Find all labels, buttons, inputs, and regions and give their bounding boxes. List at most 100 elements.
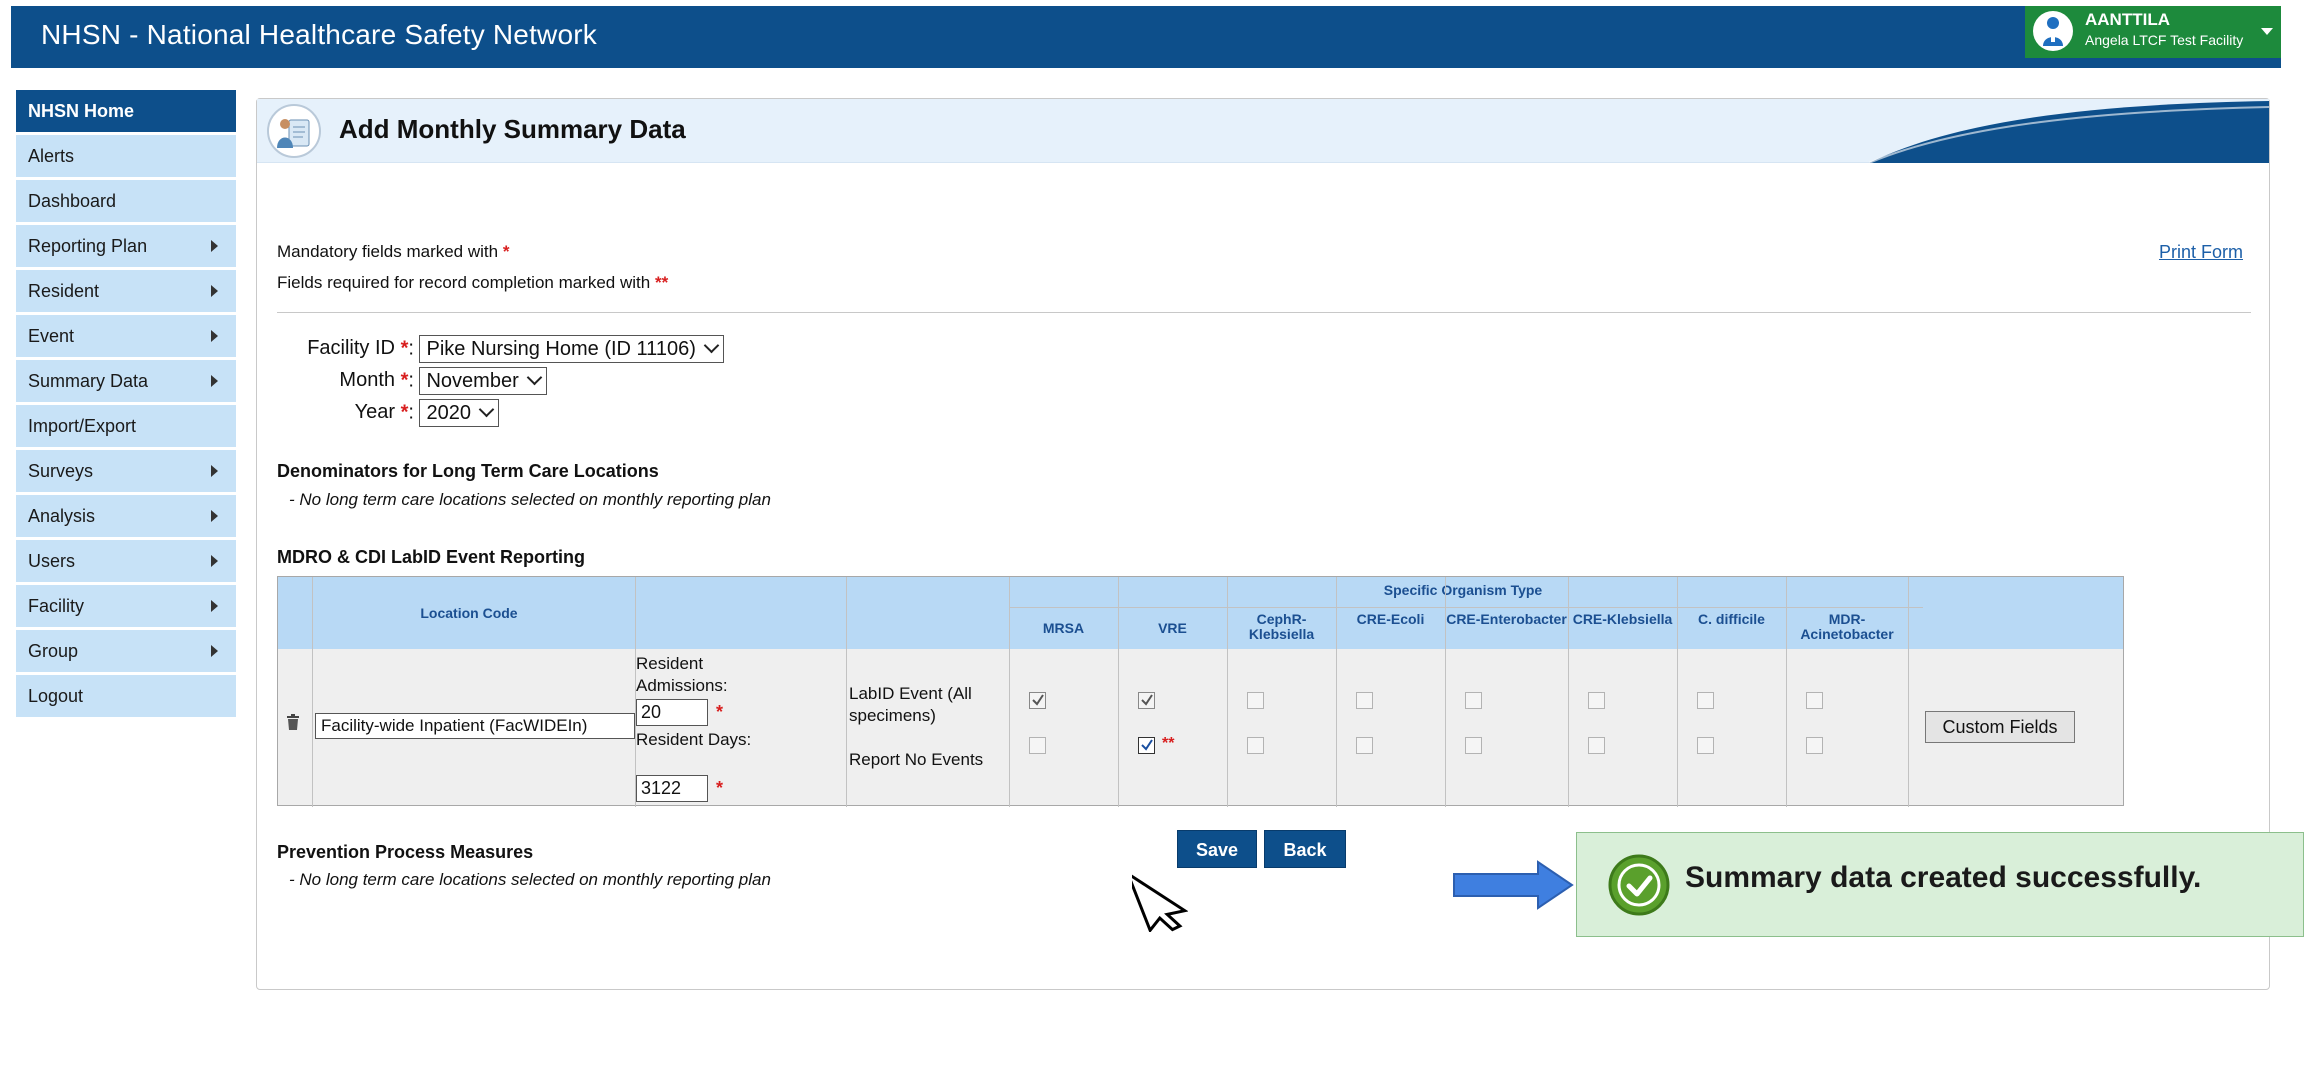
location-select[interactable]: Facility-wide Inpatient (FacWIDEIn) [315,713,635,739]
facility-id-select[interactable]: Pike Nursing Home (ID 11106) [419,335,724,363]
page-title: Add Monthly Summary Data [339,114,686,144]
specific-organism-header: Specific Organism Type [1383,582,1543,598]
facility-id-label: Facility ID [307,337,395,360]
required-marker: ** [1162,735,1175,752]
user-name: AANTTILA [2085,10,2170,29]
sidebar-item-logout[interactable]: Logout [16,675,236,717]
check-circle-icon [1608,854,1670,916]
no-events-checkbox-cephr-klebsiella[interactable] [1247,737,1264,754]
no-events-checkbox-mrsa[interactable] [1029,737,1046,754]
required-note: Fields required for record completion ma… [277,273,669,292]
sidebar-item-label: Resident [28,281,100,301]
back-button[interactable]: Back [1264,830,1346,868]
toast-message: Summary data created successfully. [1685,861,2202,894]
sidebar-item-nhsn-home[interactable]: NHSN Home [16,90,236,132]
labid-checkbox-cre-enterobacter[interactable] [1465,692,1482,709]
labid-event-label: LabID Event (All specimens) [849,684,972,725]
sidebar-item-label: Users [28,551,76,571]
labid-checkbox-cephr-klebsiella[interactable] [1247,692,1264,709]
sidebar-item-resident[interactable]: Resident [16,270,236,312]
column-divider [846,577,847,807]
sidebar-item-surveys[interactable]: Surveys [16,450,236,492]
sidebar-item-label: Import/Export [28,416,137,436]
sidebar-item-group[interactable]: Group [16,630,236,672]
location-code-header: Location Code [420,605,518,621]
organism-header-c-difficile: C. difficile [1698,611,1765,627]
organism-header-vre: VRE [1158,620,1187,636]
app-title: NHSN - National Healthcare Safety Networ… [41,19,597,50]
user-menu[interactable]: AANTTILA Angela LTCF Test Facility [2025,6,2281,58]
chevron-right-icon [211,465,218,477]
labid-checkbox-c-difficile[interactable] [1697,692,1714,709]
no-events-checkbox-c-difficile[interactable] [1697,737,1714,754]
sidebar-item-label: Logout [28,686,84,706]
prevention-title: Prevention Process Measures [277,842,534,862]
user-avatar-icon [2033,11,2073,51]
denominators-note: - No long term care locations selected o… [289,490,771,509]
mdro-title: MDRO & CDI LabID Event Reporting [277,547,586,567]
organism-header-mdr-acinetobacter: MDR-Acinetobacter [1800,611,1894,642]
sidebar-item-alerts[interactable]: Alerts [16,135,236,177]
labid-checkbox-mdr-acinetobacter[interactable] [1806,692,1823,709]
sidebar-item-label: Group [28,641,79,661]
sidebar-item-label: Alerts [28,146,75,166]
chevron-right-icon [211,285,218,297]
year-row: Year *: 2020 [289,399,499,427]
facility-id-row: Facility ID *: Pike Nursing Home (ID 111… [289,335,724,363]
chevron-right-icon [211,645,218,657]
prevention-note: - No long term care locations selected o… [289,870,771,889]
sidebar-item-label: Surveys [28,461,94,481]
no-events-checkbox-cre-klebsiella[interactable] [1588,737,1605,754]
organism-header-cre-ecoli: CRE-Ecoli [1356,611,1425,627]
chevron-right-icon [211,330,218,342]
organism-header-mrsa: MRSA [1042,620,1085,636]
month-label: Month [339,369,395,392]
sidebar-item-users[interactable]: Users [16,540,236,582]
month-row: Month *: November [289,367,547,395]
labid-checkbox-cre-ecoli[interactable] [1356,692,1373,709]
sidebar-item-dashboard[interactable]: Dashboard [16,180,236,222]
sidebar-item-facility[interactable]: Facility [16,585,236,627]
custom-fields-button[interactable]: Custom Fields [1925,711,2075,743]
sidebar-item-import-export[interactable]: Import/Export [16,405,236,447]
resident-days-input[interactable]: 3122 [636,775,708,802]
resident-admissions-input[interactable]: 20 [636,699,708,726]
month-select[interactable]: November [419,367,547,395]
chevron-down-icon [703,337,720,354]
sidebar-item-label: Analysis [28,506,96,526]
sidebar-item-event[interactable]: Event [16,315,236,357]
denominators-title: Denominators for Long Term Care Location… [277,461,659,481]
mouse-pointer-icon [1132,869,1188,932]
organism-header-cre-klebsiella: CRE-Klebsiella [1572,611,1673,627]
sidebar-item-reporting-plan[interactable]: Reporting Plan [16,225,236,267]
trash-icon[interactable] [286,713,300,736]
labid-checkbox-mrsa[interactable] [1029,692,1046,709]
organism-header-cre-enterobacter: CRE-Enterobacter [1446,611,1567,627]
labid-checkbox-vre[interactable] [1138,692,1155,709]
chevron-right-icon [211,240,218,252]
user-facility: Angela LTCF Test Facility [2085,32,2244,48]
arrow-right-icon [1453,860,1574,910]
resident-days-label: Resident Days: [636,730,752,749]
column-divider [1118,577,1119,807]
save-button[interactable]: Save [1177,830,1257,868]
organism-header-cephr-klebsiella: CephR-Klebsiella [1248,611,1315,642]
no-events-checkbox-cre-ecoli[interactable] [1356,737,1373,754]
chevron-right-icon [211,555,218,567]
year-select[interactable]: 2020 [419,399,499,427]
sidebar-item-label: Dashboard [28,191,117,211]
print-form-link[interactable]: Print Form [2159,242,2243,263]
chevron-down-icon[interactable] [2261,28,2273,35]
no-events-checkbox-cre-enterobacter[interactable] [1465,737,1482,754]
no-events-checkbox-vre[interactable] [1138,737,1155,754]
header-swoosh-graphic [1869,101,2269,163]
no-events-checkbox-mdr-acinetobacter[interactable] [1806,737,1823,754]
sidebar-item-analysis[interactable]: Analysis [16,495,236,537]
report-no-events-label: Report No Events [849,750,984,769]
divider [277,312,2251,313]
sidebar-item-summary-data[interactable]: Summary Data [16,360,236,402]
sidebar-item-label: Summary Data [28,371,149,391]
labid-checkbox-cre-klebsiella[interactable] [1588,692,1605,709]
mdro-table: Location Code Specific Organism Type Fac… [277,576,2124,807]
column-divider [1009,577,1010,807]
